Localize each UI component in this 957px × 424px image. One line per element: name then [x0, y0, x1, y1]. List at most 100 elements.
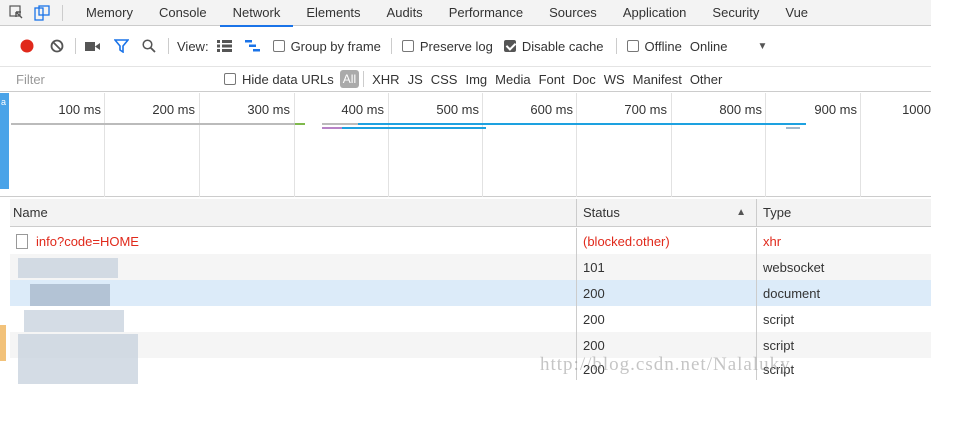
filter-type-js[interactable]: JS: [404, 72, 427, 87]
panel-tab-bar: Memory Console Network Elements Audits P…: [0, 0, 931, 27]
left-edge-highlight: [0, 325, 6, 361]
column-status-label: Status: [583, 205, 620, 220]
filter-type-all[interactable]: All: [339, 70, 360, 88]
filter-type-img[interactable]: Img: [461, 72, 491, 87]
filter-type-font[interactable]: Font: [535, 72, 569, 87]
filter-type-other[interactable]: Other: [686, 72, 727, 87]
tab-security[interactable]: Security: [699, 0, 772, 26]
redacted-name: [30, 284, 110, 306]
waterfall-overview-icon[interactable]: [245, 36, 261, 56]
table-row[interactable]: 200 script: [10, 306, 931, 332]
redacted-name: [18, 258, 118, 278]
group-by-frame-label: Group by frame: [290, 38, 381, 54]
network-toolbar: View: Group by frame Preserve log Disabl…: [0, 33, 931, 59]
tab-network[interactable]: Network: [219, 0, 294, 27]
timeline-overview[interactable]: 100 ms 200 ms 300 ms 400 ms 500 ms 600 m…: [0, 93, 931, 197]
hide-data-urls-checkbox[interactable]: [224, 73, 236, 85]
overview-bar: [342, 127, 486, 129]
request-name: info?code=HOME: [36, 233, 139, 249]
tab-sources[interactable]: Sources: [536, 0, 610, 26]
table-row[interactable]: 200 script: [10, 332, 931, 358]
request-status: (blocked:other): [576, 228, 756, 254]
record-button[interactable]: [19, 36, 35, 56]
tab-console[interactable]: Console: [146, 0, 220, 26]
filter-type-ws[interactable]: WS: [600, 72, 629, 87]
table-row[interactable]: 101 websocket: [10, 254, 931, 280]
tab-separator: [62, 4, 63, 21]
column-status-header[interactable]: Status ▲: [576, 198, 756, 227]
request-status: 200: [576, 358, 756, 380]
hide-data-urls-label: Hide data URLs: [242, 71, 334, 87]
large-request-rows-icon[interactable]: [217, 36, 233, 56]
disable-cache-toggle[interactable]: Disable cache: [503, 38, 604, 54]
filter-icon[interactable]: [113, 36, 129, 56]
toolbar-separator: [390, 38, 392, 54]
offline-toggle[interactable]: Offline: [626, 38, 682, 54]
inspect-element-icon[interactable]: [8, 5, 24, 21]
request-status: 200: [576, 332, 756, 358]
overview-bar: [295, 123, 305, 125]
sort-ascending-icon: ▲: [736, 207, 746, 218]
request-status: 200: [576, 306, 756, 332]
tab-memory[interactable]: Memory: [73, 0, 146, 26]
table-row[interactable]: 200 document: [10, 280, 931, 306]
table-row[interactable]: 200 script: [10, 358, 931, 380]
filter-type-css[interactable]: CSS: [427, 72, 462, 87]
request-type: websocket: [756, 254, 824, 280]
tab-elements[interactable]: Elements: [293, 0, 373, 26]
request-type: script: [756, 306, 794, 332]
request-type: document: [756, 280, 820, 306]
filter-type-xhr[interactable]: XHR: [368, 72, 403, 87]
panel-edge-glyph: a: [1, 97, 7, 107]
left-panel-edge: a: [0, 93, 9, 189]
overview-bar: [358, 123, 806, 125]
view-label: View:: [177, 38, 209, 54]
toolbar-separator: [168, 38, 169, 54]
offline-checkbox[interactable]: [626, 40, 639, 52]
request-status: 101: [576, 254, 756, 280]
group-by-frame-checkbox[interactable]: [272, 40, 285, 52]
filter-type-media[interactable]: Media: [491, 72, 534, 87]
overview-bar: [11, 123, 295, 125]
throttling-value: Online: [689, 38, 728, 54]
column-type-header[interactable]: Type: [756, 198, 791, 227]
request-name-cell: info?code=HOME: [10, 233, 576, 249]
filter-type-manifest[interactable]: Manifest: [629, 72, 686, 87]
filter-input[interactable]: [10, 68, 220, 90]
throttling-select[interactable]: Online ▼: [690, 39, 767, 54]
requests-table-body: info?code=HOME (blocked:other) xhr 101 w…: [10, 228, 931, 384]
filter-type-doc[interactable]: Doc: [569, 72, 600, 87]
search-icon[interactable]: [141, 36, 157, 56]
preserve-log-toggle[interactable]: Preserve log: [401, 38, 493, 54]
preserve-log-checkbox[interactable]: [401, 40, 414, 52]
overview-bar: [322, 123, 358, 125]
request-status: 200: [576, 280, 756, 306]
toolbar-separator: [615, 38, 617, 54]
disable-cache-checkbox[interactable]: [503, 40, 516, 52]
tab-vue[interactable]: Vue: [772, 0, 821, 26]
clear-icon[interactable]: [49, 36, 65, 56]
redacted-name: [24, 310, 124, 332]
tab-application[interactable]: Application: [610, 0, 700, 26]
toolbar-separator: [75, 38, 76, 54]
column-name-header[interactable]: Name: [10, 205, 576, 220]
filter-bar: Hide data URLs All XHR JS CSS Img Media …: [0, 66, 931, 92]
preserve-log-label: Preserve log: [419, 38, 493, 54]
document-icon: [16, 233, 28, 249]
overview-bar: [786, 127, 800, 129]
offline-label: Offline: [644, 38, 682, 54]
filter-separator: [363, 71, 365, 87]
devtools-panel: Memory Console Network Elements Audits P…: [0, 0, 931, 392]
group-by-frame-toggle[interactable]: Group by frame: [272, 38, 381, 54]
tab-audits[interactable]: Audits: [374, 0, 436, 26]
requests-table-header: Name Status ▲ Type: [10, 198, 931, 227]
tab-performance[interactable]: Performance: [436, 0, 536, 26]
request-type: script: [756, 358, 794, 380]
overview-bar: [322, 127, 342, 129]
request-type: script: [756, 332, 794, 358]
table-row[interactable]: info?code=HOME (blocked:other) xhr: [10, 228, 931, 254]
capture-screenshots-icon[interactable]: [84, 36, 100, 56]
device-toolbar-icon[interactable]: [34, 4, 50, 21]
disable-cache-label: Disable cache: [521, 38, 604, 54]
hide-data-urls-toggle[interactable]: Hide data URLs: [224, 72, 334, 87]
